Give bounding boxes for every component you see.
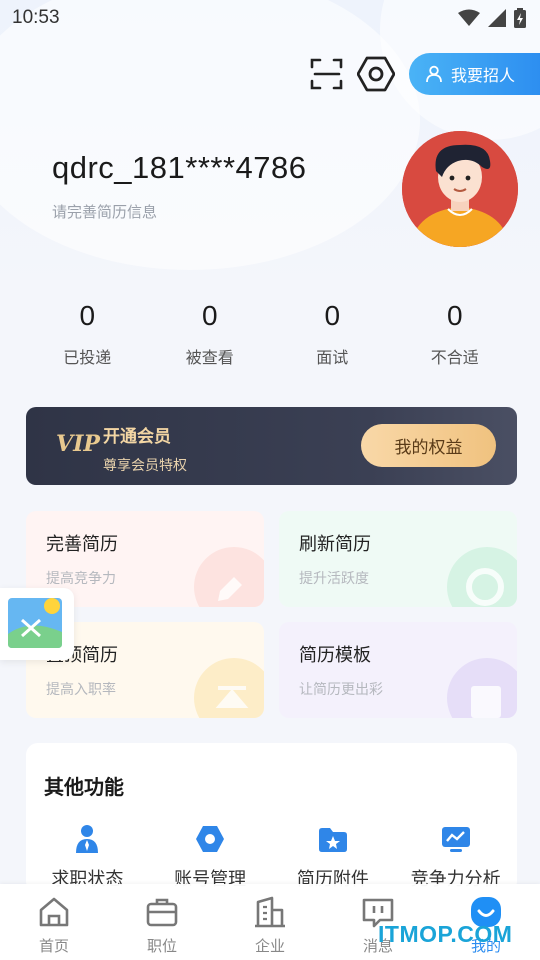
func-resume-attachment[interactable]: 简历附件 [272, 823, 395, 891]
pin-top-icon [194, 658, 264, 718]
username: qdrc_181****4786 [52, 150, 307, 185]
card-subtitle: 提升活跃度 [299, 571, 369, 587]
image-icon [8, 598, 62, 648]
briefcase-icon [146, 898, 178, 927]
stat-label: 不合适 [430, 348, 479, 367]
vip-subtitle: 尊享会员特权 [103, 458, 187, 474]
tab-label: 首页 [38, 937, 69, 955]
vip-banner[interactable]: VIP 开通会员 尊享会员特权 我的权益 [26, 407, 517, 485]
card-subtitle: 提高入职率 [46, 682, 116, 698]
wifi-icon [458, 9, 480, 26]
stat-value: 0 [324, 300, 341, 331]
card-title: 刷新简历 [299, 534, 371, 555]
stat-label: 面试 [316, 348, 349, 367]
status-bar: 10:53 [0, 0, 540, 36]
stat-value: 0 [446, 300, 463, 331]
stat-label: 已投递 [63, 348, 112, 367]
stat-value: 0 [201, 300, 218, 331]
template-icon [447, 658, 517, 718]
card-title: 简历模板 [299, 645, 371, 666]
recruit-label: 我要招人 [451, 66, 516, 85]
scan-icon[interactable] [309, 56, 345, 92]
settings-icon[interactable] [357, 55, 395, 93]
recruit-button[interactable]: 我要招人 [409, 53, 540, 95]
card-subtitle: 让简历更出彩 [299, 682, 383, 698]
my-benefits-button[interactable]: 我的权益 [361, 424, 496, 467]
vip-logo: VIP [56, 431, 100, 457]
profile-hint[interactable]: 请完善简历信息 [52, 201, 157, 222]
tab-jobs[interactable]: 职位 [108, 884, 216, 960]
chart-monitor-icon [441, 827, 470, 852]
avatar[interactable] [402, 131, 518, 247]
refresh-icon [447, 547, 517, 607]
stat-label: 被查看 [185, 348, 234, 367]
func-account-management[interactable]: 账号管理 [149, 823, 272, 891]
floating-image-widget[interactable] [0, 588, 74, 660]
pencil-icon [194, 547, 264, 607]
stat-unsuitable[interactable]: 0 不合适 [394, 300, 517, 368]
status-time: 10:53 [12, 7, 60, 28]
stat-viewed[interactable]: 0 被查看 [149, 300, 272, 368]
other-functions-panel: 其他功能 求职状态 账号管理 简历附件 竞争力分析 [26, 743, 517, 893]
gear-icon [196, 826, 225, 852]
tab-companies[interactable]: 企业 [216, 884, 324, 960]
other-functions-title: 其他功能 [44, 775, 124, 799]
battery-icon [514, 8, 526, 28]
signal-icon [488, 9, 506, 27]
func-competitiveness-analysis[interactable]: 竞争力分析 [394, 823, 517, 891]
card-title: 完善简历 [46, 534, 118, 555]
person-icon [426, 65, 442, 83]
tab-label: 职位 [146, 937, 177, 955]
tab-label: 企业 [254, 937, 285, 955]
card-refresh-resume[interactable]: 刷新简历 提升活跃度 [279, 511, 517, 607]
person-tie-icon [76, 825, 99, 853]
vip-title: 开通会员 [103, 427, 171, 447]
building-icon [255, 896, 285, 928]
stats-row: 0 已投递 0 被查看 0 面试 0 不合适 [26, 300, 516, 368]
stat-value: 0 [79, 300, 96, 331]
folder-star-icon [318, 828, 347, 852]
card-subtitle: 提高竞争力 [46, 571, 116, 587]
stat-interview[interactable]: 0 面试 [271, 300, 394, 368]
func-job-status[interactable]: 求职状态 [26, 823, 149, 891]
tab-home[interactable]: 首页 [0, 884, 108, 960]
avatar-illustration [402, 131, 518, 247]
home-icon [39, 897, 69, 927]
card-resume-template[interactable]: 简历模板 让简历更出彩 [279, 622, 517, 718]
stat-delivered[interactable]: 0 已投递 [26, 300, 149, 368]
watermark: ITMOP.COM [378, 921, 513, 947]
